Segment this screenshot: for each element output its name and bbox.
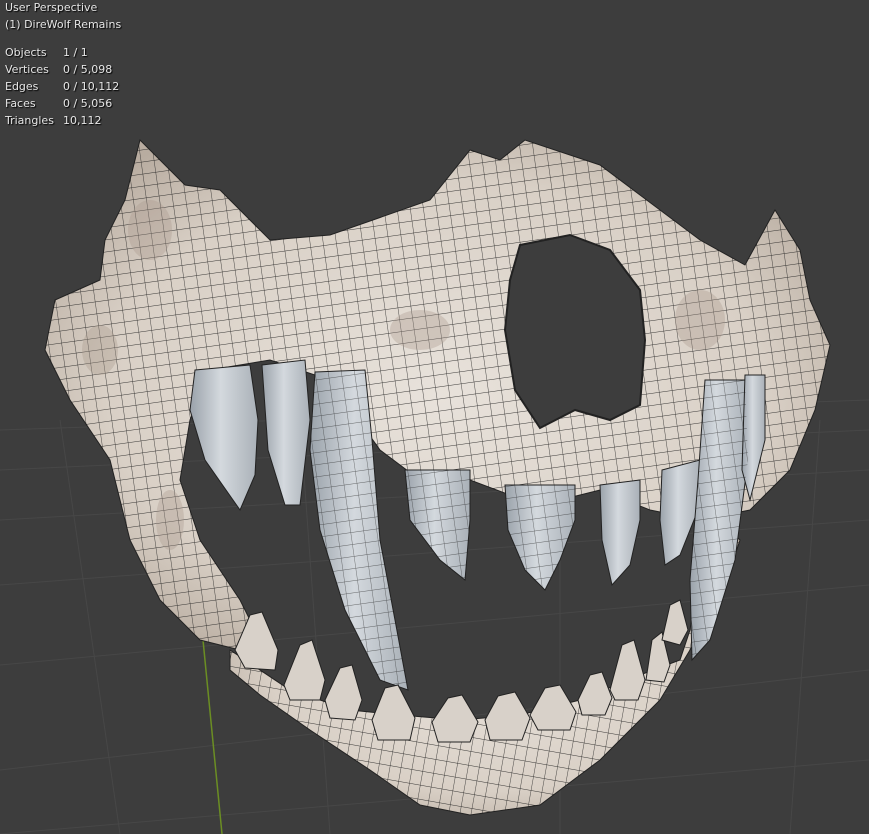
active-object-name: (1) DireWolf Remains <box>5 18 122 31</box>
view-name: User Perspective <box>5 1 98 14</box>
stat-row-objects: Objects 1 / 1 <box>5 44 88 61</box>
stat-label: Objects <box>5 46 47 59</box>
stat-value: 0 / 5,098 <box>63 63 113 76</box>
stat-row-vertices: Vertices 0 / 5,098 <box>5 61 112 78</box>
stat-value: 1 / 1 <box>63 46 88 59</box>
stat-label: Triangles <box>5 114 54 127</box>
stat-row-edges: Edges 0 / 10,112 <box>5 78 119 95</box>
stat-label: Faces <box>5 97 36 110</box>
stat-value: 10,112 <box>63 114 102 127</box>
y-axis-line <box>202 639 223 834</box>
stat-label: Edges <box>5 80 39 93</box>
3d-viewport[interactable]: User Perspective (1) DireWolf Remains Ob… <box>0 0 869 834</box>
stat-row-triangles: Triangles 10,112 <box>5 112 102 129</box>
stat-row-faces: Faces 0 / 5,056 <box>5 95 112 112</box>
stat-label: Vertices <box>5 63 49 76</box>
stat-value: 0 / 10,112 <box>63 80 120 93</box>
stat-value: 0 / 5,056 <box>63 97 113 110</box>
viewport-scene[interactable] <box>0 0 869 834</box>
